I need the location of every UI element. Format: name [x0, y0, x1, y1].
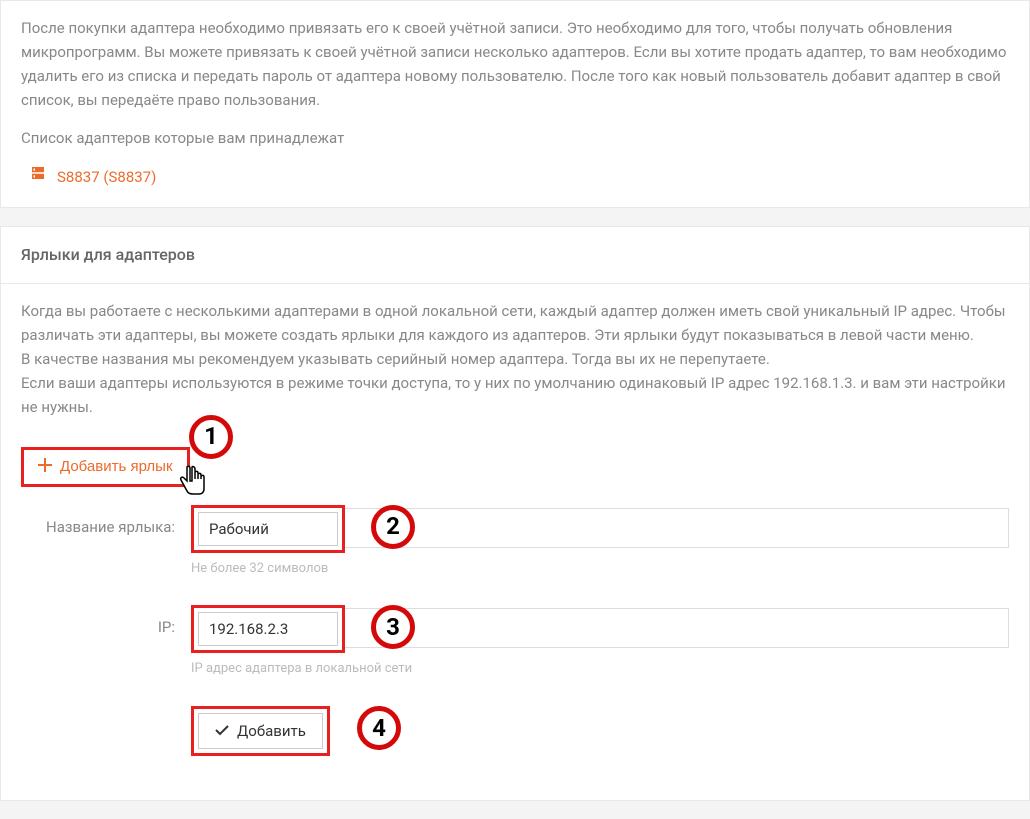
name-row: Название ярлыка: 2 Не более 32 символов	[21, 505, 1009, 580]
add-shortcut-button[interactable]: Добавить ярлык	[21, 447, 190, 487]
shortcuts-description: Когда вы работаете с несколькими адаптер…	[21, 299, 1009, 419]
adapter-link-label: S8837 (S8837)	[57, 165, 156, 189]
annotation-marker-4: 4	[357, 706, 401, 750]
intro-text: После покупки адаптера необходимо привяз…	[21, 16, 1009, 112]
name-hint: Не более 32 символов	[191, 559, 1009, 580]
check-icon	[215, 722, 229, 740]
annotation-marker-2: 2	[371, 505, 415, 549]
cursor-hand-icon	[179, 465, 207, 497]
add-shortcut-label: Добавить ярлык	[60, 458, 173, 475]
ip-row: IP: 3 IP адрес адаптера в локальной сети	[21, 605, 1009, 680]
adapter-binding-panel: После покупки адаптера необходимо привяз…	[0, 0, 1030, 208]
ip-label: IP:	[21, 605, 191, 639]
plus-icon	[38, 458, 52, 476]
submit-row: Добавить 4	[21, 706, 1009, 756]
shortcuts-panel: Ярлыки для адаптеров Когда вы работаете …	[0, 226, 1030, 801]
add-submit-label: Добавить	[237, 722, 306, 740]
name-label: Название ярлыка:	[21, 505, 191, 539]
shortcuts-header: Ярлыки для адаптеров	[1, 227, 1029, 284]
ip-hint: IP адрес адаптера в локальной сети	[191, 659, 1009, 680]
add-submit-button[interactable]: Добавить	[198, 713, 323, 749]
annotation-marker-1: 1	[189, 415, 233, 459]
ip-input[interactable]	[198, 612, 338, 646]
hdd-icon	[29, 164, 47, 189]
adapter-link[interactable]: S8837 (S8837)	[21, 164, 1009, 189]
adapter-list-label: Список адаптеров которые вам принадлежат	[21, 126, 1009, 150]
name-input[interactable]	[198, 512, 338, 546]
